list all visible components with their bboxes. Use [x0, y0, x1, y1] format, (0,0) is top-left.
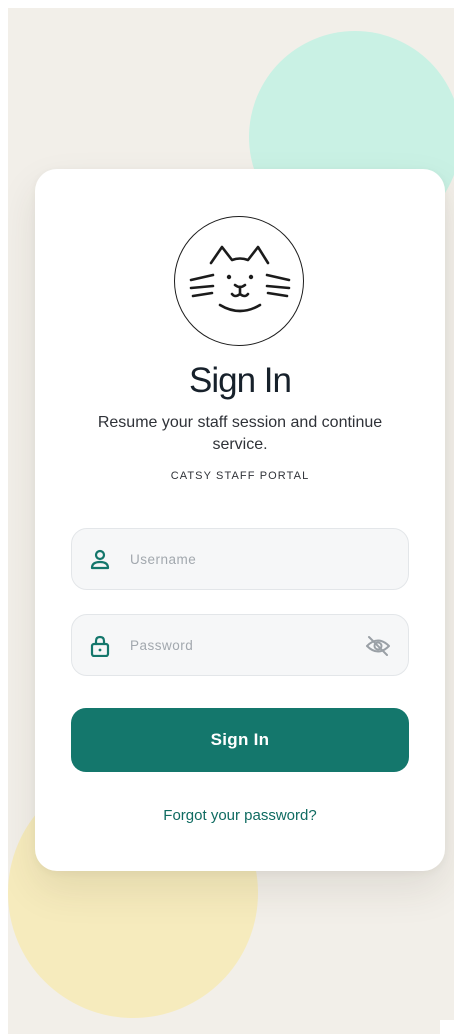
- page-background: Sign In Resume your staff session and co…: [8, 8, 454, 1034]
- username-field: [71, 528, 409, 590]
- eye-off-icon[interactable]: [365, 634, 391, 658]
- username-input[interactable]: [130, 529, 360, 589]
- corner-notch: [440, 1020, 454, 1034]
- sign-in-card: Sign In Resume your staff session and co…: [35, 169, 445, 871]
- lock-icon: [90, 635, 110, 657]
- portal-label: CATSY STAFF PORTAL: [170, 470, 310, 482]
- password-input[interactable]: [130, 615, 360, 675]
- sign-in-button[interactable]: Sign In: [71, 708, 409, 772]
- subtitle: Resume your staff session and continue s…: [97, 414, 383, 453]
- cat-logo: [174, 216, 304, 346]
- password-field: [71, 614, 409, 676]
- forgot-password-link[interactable]: Forgot your password?: [35, 807, 445, 824]
- cat-face-icon: [189, 245, 291, 313]
- page-title: Sign In: [189, 361, 292, 400]
- user-icon: [90, 549, 110, 570]
